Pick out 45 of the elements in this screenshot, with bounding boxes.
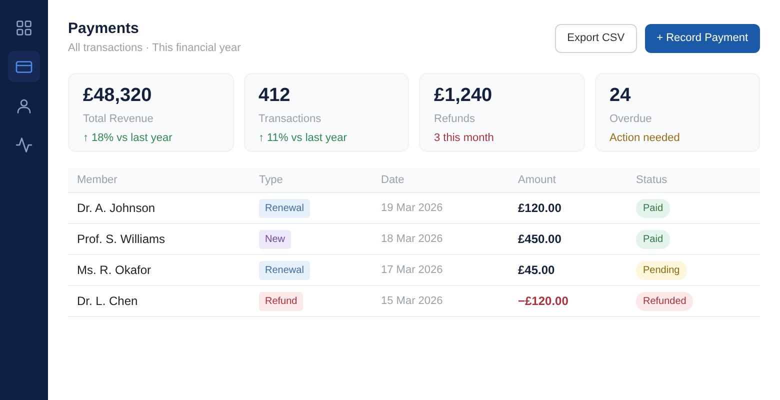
- stat-label: Total Revenue: [83, 112, 154, 126]
- date-cell: 17 Mar 2026: [372, 254, 509, 286]
- date-cell: 15 Mar 2026: [372, 286, 509, 316]
- type-tag: Renewal: [259, 199, 310, 218]
- stat-value: £1,240: [434, 84, 494, 106]
- member-name: Dr. A. Johnson: [68, 192, 250, 224]
- amount-cell: £45.00: [509, 254, 627, 286]
- stat-note: ↑ 18% vs last year: [83, 131, 174, 146]
- page-subtitle: All transactions · This financial year: [68, 41, 241, 56]
- status-pill: Refunded: [636, 292, 694, 311]
- export-button[interactable]: Export CSV: [555, 24, 637, 52]
- column-header: Status: [627, 168, 760, 192]
- type-tag: New: [259, 230, 292, 249]
- stat-label: Overdue: [610, 112, 653, 126]
- amount-cell: £450.00: [509, 224, 627, 254]
- amount-cell: −£120.00: [509, 286, 627, 316]
- stat-value: 24: [610, 84, 632, 106]
- status-pill: Pending: [636, 261, 687, 280]
- amount-cell: £120.00: [509, 192, 627, 224]
- stat-label: Refunds: [434, 112, 476, 126]
- column-header: Type: [250, 168, 372, 192]
- type-tag: Refund: [259, 292, 304, 311]
- stat-note: 3 this month: [434, 131, 495, 146]
- column-header: Date: [372, 168, 509, 192]
- column-header: Amount: [509, 168, 627, 192]
- page-title: Payments: [68, 20, 140, 38]
- record-payment-button[interactable]: + Record Payment: [644, 24, 760, 52]
- user-icon: [15, 96, 33, 114]
- column-header: Member: [68, 168, 250, 192]
- status-pill: Paid: [636, 199, 670, 218]
- stat-value: 412: [258, 84, 292, 106]
- date-cell: 18 Mar 2026: [372, 224, 509, 254]
- stat-label: Transactions: [258, 112, 322, 126]
- sidebar-credit-card-button[interactable]: [8, 51, 40, 82]
- stat-value: £48,320: [83, 84, 153, 106]
- grid-icon: [15, 18, 33, 36]
- member-name: Ms. R. Okafor: [68, 254, 250, 286]
- type-tag: Renewal: [259, 261, 310, 280]
- member-name: Prof. S. Williams: [68, 224, 250, 254]
- activity-icon: [15, 136, 33, 154]
- stat-note: ↑ 11% vs last year: [258, 131, 348, 146]
- member-name: Dr. L. Chen: [68, 286, 250, 316]
- status-pill: Paid: [636, 230, 670, 249]
- date-cell: 19 Mar 2026: [372, 192, 509, 224]
- stat-note: Action needed: [610, 131, 681, 146]
